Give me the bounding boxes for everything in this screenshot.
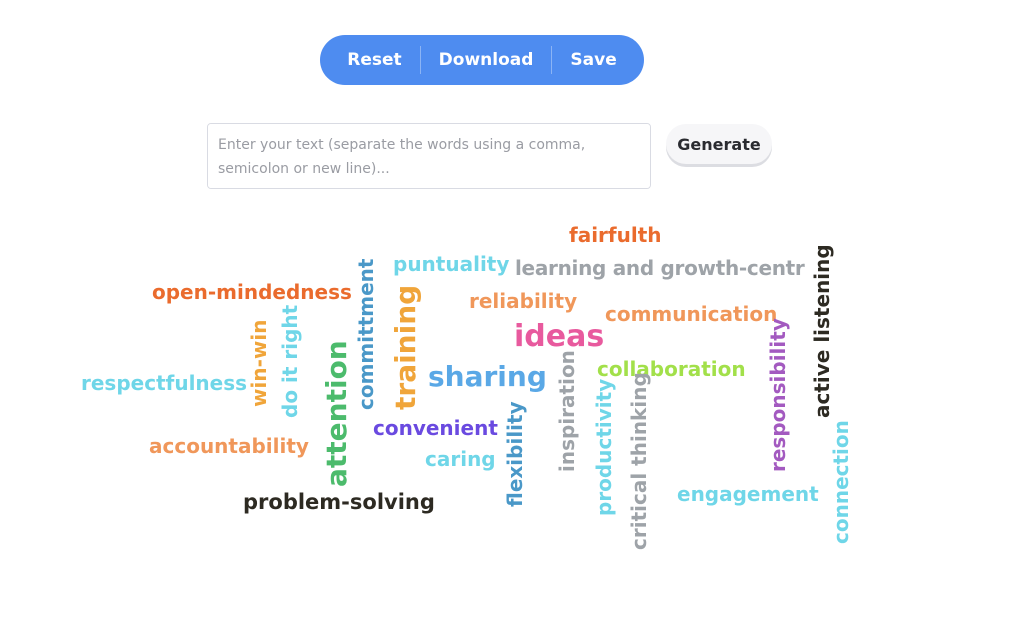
cloud-word-attention: attention	[320, 340, 353, 487]
words-text-input[interactable]	[207, 123, 651, 189]
download-button[interactable]: Download	[421, 50, 552, 70]
cloud-word-connection: connection	[829, 420, 853, 544]
cloud-word-engagement: engagement	[677, 482, 819, 506]
save-button[interactable]: Save	[552, 50, 634, 70]
cloud-word-caring: caring	[425, 447, 496, 471]
cloud-word-collaboration: collaboration	[597, 357, 746, 381]
cloud-word-learning-and-growth: learning and growth-centr	[515, 256, 805, 280]
cloud-word-flexibility: flexibility	[503, 401, 527, 507]
cloud-word-critical-thinking: critical thinking	[627, 372, 651, 550]
cloud-word-puntuality: puntuality	[393, 252, 510, 276]
cloud-word-fairfulth: fairfulth	[569, 223, 662, 247]
word-cloud: fairfulth puntuality learning and growth…	[0, 0, 1024, 631]
cloud-word-do-it-right: do it right	[278, 304, 302, 418]
cloud-word-sharing: sharing	[428, 360, 547, 393]
cloud-word-productivity: productivity	[592, 378, 616, 516]
reset-button[interactable]: Reset	[329, 50, 419, 70]
cloud-word-accountability: accountability	[149, 434, 309, 458]
cloud-word-communication: communication	[605, 302, 778, 326]
cloud-word-problem-solving: problem-solving	[243, 490, 435, 514]
cloud-word-ideas: ideas	[514, 319, 605, 354]
cloud-word-reliability: reliability	[469, 289, 578, 313]
cloud-word-committment: committment	[354, 258, 378, 410]
cloud-word-win-win: win-win	[247, 319, 271, 407]
cloud-word-inspiration: inspiration	[555, 350, 579, 472]
cloud-word-respectfulness: respectfulness	[81, 371, 248, 395]
toolbar: Reset Download Save	[320, 35, 644, 85]
cloud-word-convenient: convenient	[373, 416, 498, 440]
cloud-word-training: training	[389, 284, 422, 410]
cloud-word-open-mindedness: open-mindedness	[152, 280, 352, 304]
cloud-word-responsibility: responsibility	[766, 318, 790, 472]
cloud-word-active-listening: active listening	[810, 244, 834, 418]
generate-button[interactable]: Generate	[666, 124, 772, 164]
